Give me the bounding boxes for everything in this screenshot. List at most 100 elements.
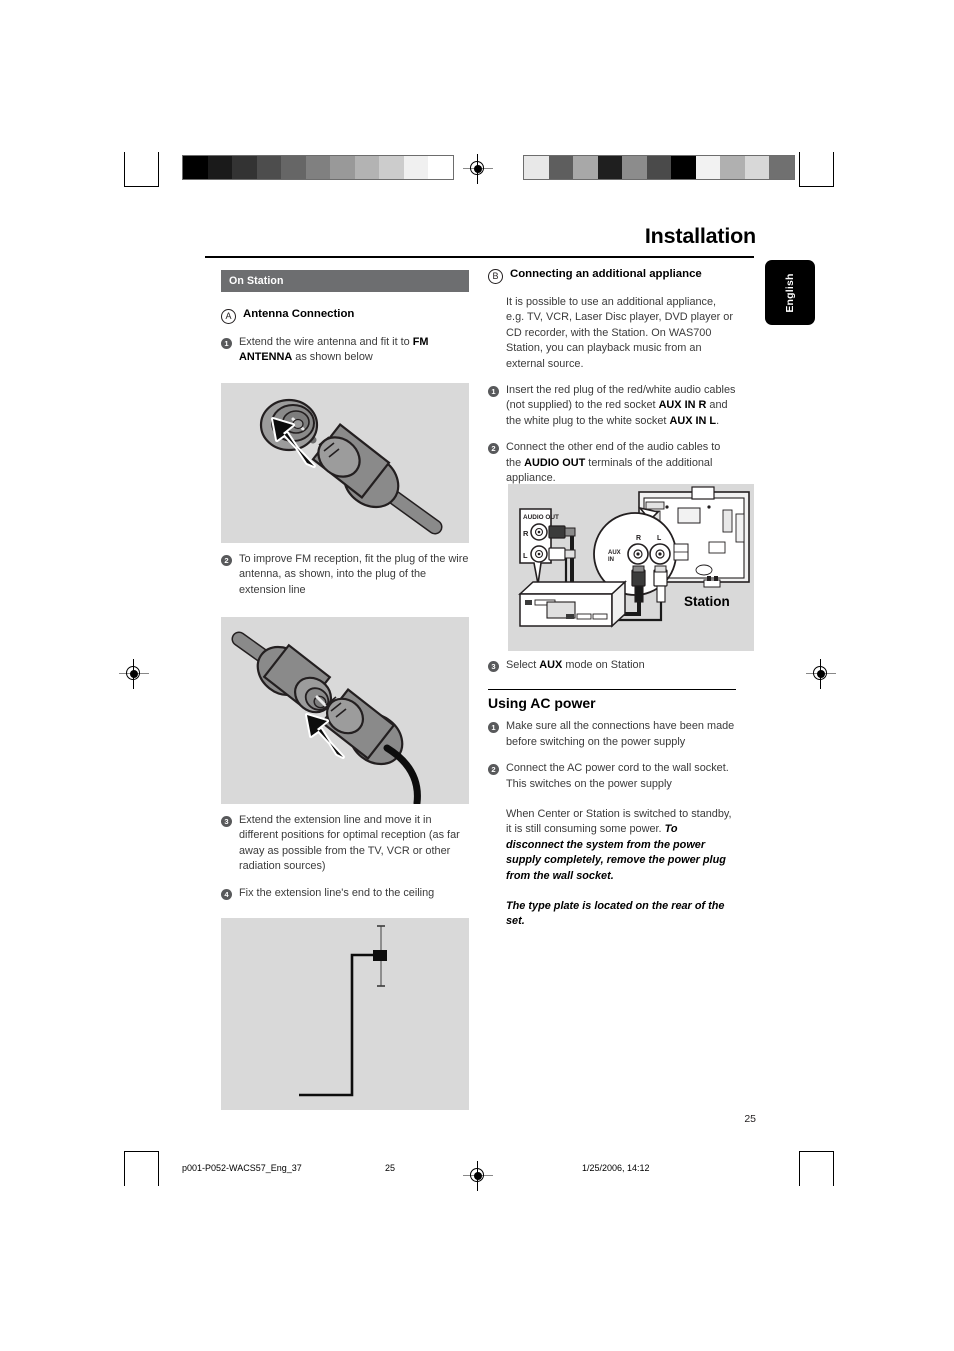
grayscale-swatch: [597, 156, 622, 179]
step-number-badge: 1: [488, 722, 499, 734]
crop-mark-bottom-right-h: [800, 1151, 834, 1153]
step-b1-text: Insert the red plug of the red/white aud…: [506, 383, 736, 429]
grayscale-swatch: [305, 156, 330, 179]
extension-line-plug-illustration: [231, 631, 421, 807]
crop-mark-bottom-right-inner-v: [799, 1151, 801, 1186]
grayscale-swatch: [183, 156, 208, 179]
step-ac1: 1 Make sure all the connections have bee…: [488, 719, 736, 750]
step-number-badge: 4: [221, 888, 232, 900]
aux-connection-figure: AUX IN R L AUDIO OUT R L Station: [508, 484, 754, 651]
step-number-badge: 3: [488, 661, 499, 672]
step-number-badge: 1: [221, 338, 232, 349]
grayscale-swatch: [720, 156, 745, 179]
fm-antenna-plug-figure: [221, 383, 469, 543]
type-plate-note: The type plate is located on the rear of…: [488, 899, 736, 930]
aux-jack-l-label: L: [657, 535, 662, 542]
left-column: On Station A Antenna Connection 1 Extend…: [221, 270, 469, 366]
grayscale-swatch: [403, 156, 428, 179]
grayscale-swatch: [671, 156, 696, 179]
grayscale-swatch: [548, 156, 573, 179]
keyword-aux-in-r: AUX IN R: [658, 399, 707, 412]
crop-mark-bottom-right-v: [833, 1151, 835, 1186]
step-a1-text-part1: Extend the wire antenna and fit it to: [239, 336, 413, 348]
language-tab: English: [765, 260, 815, 325]
grayscale-swatch: [524, 156, 549, 179]
right-column: B Connecting an additional appliance It …: [488, 268, 736, 486]
grayscale-swatch: [379, 156, 404, 179]
crop-mark-top-left-h: [124, 186, 158, 188]
grayscale-swatch: [256, 156, 281, 179]
heading-antenna-connection: A Antenna Connection: [221, 308, 469, 324]
heading-antenna-connection-label: Antenna Connection: [243, 308, 355, 320]
step-a2: 2 To improve FM reception, fit the plug …: [221, 552, 469, 598]
aux-connection-illustration: AUX IN R L AUDIO OUT R L Station: [518, 486, 750, 628]
grayscale-swatch: [622, 156, 647, 179]
grayscale-swatch: [646, 156, 671, 179]
step-b2: 2 Connect the other end of the audio cab…: [488, 440, 736, 486]
keyword-aux-in-l: AUX IN L: [669, 414, 717, 427]
footer-filename: p001-P052-WACS57_Eng_37: [182, 1163, 302, 1173]
step-b3: 3 Select AUX mode on Station: [488, 658, 736, 673]
step-ac2: 2 Connect the AC power cord to the wall …: [488, 761, 736, 792]
step-number-badge: 2: [221, 555, 232, 566]
page-title: Installation: [644, 224, 756, 248]
registration-target-left: [119, 659, 149, 689]
crop-mark-top-right-h: [800, 186, 834, 188]
standby-note-normal: When Center or Station is switched to st…: [506, 808, 732, 836]
aux-jack-r-label: R: [636, 535, 641, 542]
ceiling-mount-illustration: [299, 925, 387, 1097]
step-a3-text: Extend the extension line and move it in…: [239, 814, 460, 873]
left-column-steps34: 3 Extend the extension line and move it …: [221, 813, 469, 901]
crop-mark-bottom-left-h: [124, 1151, 158, 1153]
grayscale-swatch: [428, 156, 453, 179]
grayscale-swatch: [330, 156, 355, 179]
step-b1: 1 Insert the red plug of the red/white a…: [488, 383, 736, 429]
section-bar-on-station: On Station: [221, 270, 469, 292]
aux-in-label-line1: AUX: [608, 550, 621, 556]
crop-mark-top-right-inner-v: [799, 152, 801, 187]
crop-mark-top-right-v: [833, 152, 835, 187]
circle-letter-a: A: [221, 309, 236, 324]
header-rule: [205, 256, 754, 258]
audio-out-r-label: R: [523, 529, 529, 538]
keyword-aux: AUX: [539, 659, 563, 671]
step-ac1-text: Make sure all the connections have been …: [506, 720, 735, 748]
circle-letter-b: B: [488, 269, 503, 284]
step-number-badge: 1: [488, 386, 499, 398]
crop-mark-bottom-left-inner-v: [158, 1151, 160, 1186]
step-a1: 1 Extend the wire antenna and fit it to …: [221, 335, 469, 366]
step-b3-seg1: Select: [506, 659, 540, 671]
heading-using-ac-power: Using AC power: [488, 689, 736, 711]
step-a2-text: To improve FM reception, fit the plug of…: [239, 553, 469, 596]
grayscale-swatch: [281, 156, 306, 179]
step-b3-seg2: mode on Station: [562, 659, 645, 671]
grayscale-swatch: [769, 156, 794, 179]
type-plate-note-text: The type plate is located on the rear of…: [506, 900, 725, 928]
step-number-badge: 2: [488, 764, 499, 776]
station-label-text: Station: [684, 594, 730, 609]
step-b1-seg3: .: [716, 414, 720, 427]
right-column-lower: 3 Select AUX mode on Station Using AC po…: [488, 658, 736, 930]
grayscale-swatch: [354, 156, 379, 179]
step-a1-text: Extend the wire antenna and fit it to FM…: [239, 335, 469, 366]
grayscale-swatch: [695, 156, 720, 179]
step-number-badge: 2: [488, 443, 499, 455]
keyword-audio-out: AUDIO OUT: [524, 456, 586, 469]
grayscale-swatch: [232, 156, 257, 179]
step-ac2-text: Connect the AC power cord to the wall so…: [506, 762, 729, 790]
audio-out-l-label: L: [523, 551, 528, 560]
page-number: 25: [744, 1113, 756, 1125]
standby-note: When Center or Station is switched to st…: [488, 807, 736, 884]
audio-out-label: AUDIO OUT: [523, 514, 559, 521]
footer-page: 25: [385, 1163, 396, 1173]
step-number-badge: 3: [221, 816, 232, 827]
footer-timestamp: 1/25/2006, 14:12: [582, 1163, 650, 1173]
step-a4-text: Fix the extension line's end to the ceil…: [239, 886, 435, 899]
heading-connecting-appliance-label: Connecting an additional appliance: [510, 268, 702, 280]
registration-target-bottom: [463, 1161, 493, 1191]
grayscale-swatch: [744, 156, 769, 179]
extension-line-plug-figure: [221, 617, 469, 807]
fm-antenna-plug-illustration: [259, 398, 443, 535]
heading-connecting-appliance: B Connecting an additional appliance: [488, 268, 736, 284]
intro-paragraph: It is possible to use an additional appl…: [506, 296, 733, 370]
